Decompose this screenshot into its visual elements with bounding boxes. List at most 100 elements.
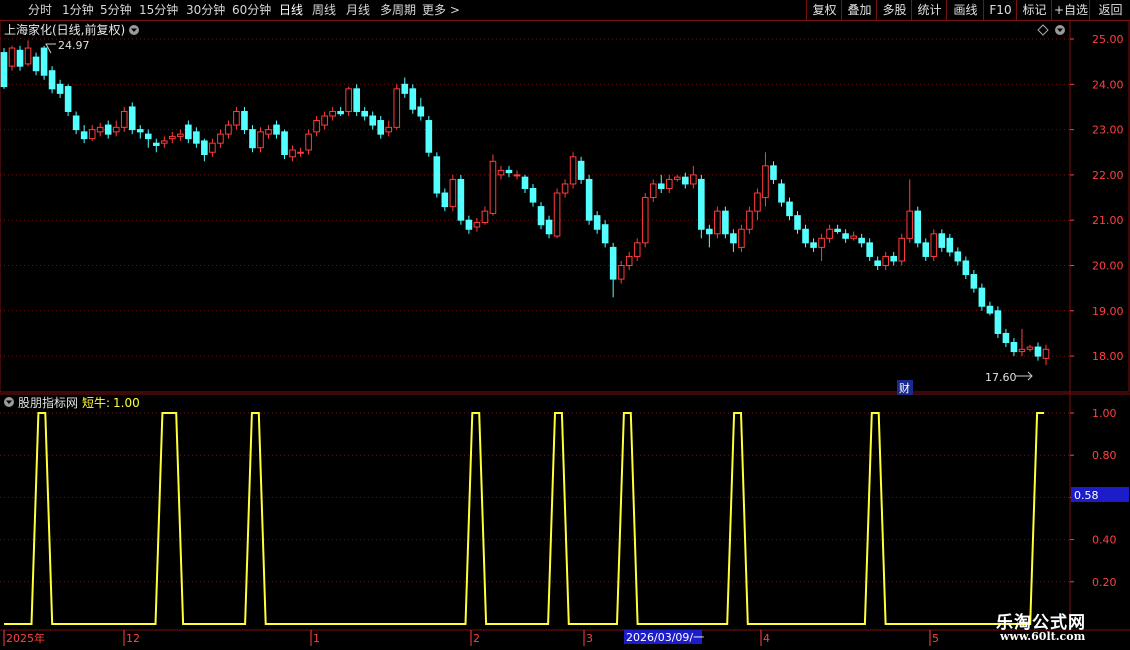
candle-body [72, 115, 80, 131]
candle-body [938, 233, 946, 248]
candle [345, 86, 352, 117]
candle-body [505, 169, 513, 174]
candle [521, 174, 529, 194]
candle [609, 242, 617, 298]
title-dropdown-icon[interactable] [129, 25, 139, 35]
period-tab-4[interactable]: 30分钟 [186, 1, 225, 19]
candle-body [794, 215, 801, 230]
candle-body [898, 237, 906, 262]
candle-body [1034, 346, 1042, 357]
candle-body [962, 260, 970, 276]
candle [649, 179, 657, 203]
candle [593, 211, 601, 234]
period-tab-5[interactable]: 60分钟 [232, 1, 271, 19]
candle [169, 131, 176, 144]
candle [738, 224, 745, 252]
candle [810, 238, 817, 252]
period-tab-3[interactable]: 15分钟 [139, 1, 178, 19]
candle-body [673, 176, 681, 180]
candle-body [88, 129, 96, 140]
candle [385, 120, 393, 137]
period-tab-0[interactable]: 分时 [28, 1, 52, 19]
candle [457, 174, 465, 225]
candle [834, 224, 841, 234]
stock-chart[interactable]: 25.0024.0023.0022.0021.0020.0019.0018.00… [0, 20, 1130, 650]
candle-body [8, 47, 16, 67]
candle [898, 233, 906, 266]
candle [217, 129, 224, 148]
candle-body [353, 88, 360, 112]
expand-diamond-icon[interactable] [1037, 24, 1049, 36]
indicator-line-name: 短牛 [82, 395, 106, 410]
candlestick-series [0, 40, 1050, 366]
candle-body [481, 210, 489, 223]
price-tick-label: 25.00 [1092, 33, 1124, 46]
candle-body [754, 192, 761, 212]
period-tab-6[interactable]: 日线 [279, 1, 303, 19]
period-tab-8[interactable]: 月线 [346, 1, 370, 19]
candle-body [714, 210, 721, 235]
toolbar-button-3[interactable]: 统计 [911, 0, 947, 20]
candle-body [834, 228, 841, 233]
indicator-line-colon: : [106, 396, 110, 410]
candle-body [994, 310, 1002, 334]
candle [866, 238, 873, 261]
candle [577, 156, 585, 184]
date-tick-label: 1 [313, 632, 320, 645]
indicator-dropdown-icon[interactable] [4, 397, 14, 407]
candle [209, 138, 216, 157]
candle-body [970, 274, 978, 289]
candle [665, 174, 673, 194]
candle-body [489, 160, 497, 214]
period-tab-7[interactable]: 周线 [312, 1, 336, 19]
candle [641, 193, 649, 248]
candle [794, 211, 801, 234]
candle-body [257, 131, 264, 149]
candle [417, 97, 425, 121]
toolbar-button-6[interactable]: 标记 [1016, 0, 1052, 20]
toolbar-button-8[interactable]: 返回 [1089, 0, 1130, 20]
candle [0, 48, 8, 89]
period-tab-9[interactable]: 多周期 [380, 1, 416, 19]
toolbar-button-7[interactable]: +自选 [1051, 0, 1090, 20]
candle-body [617, 265, 625, 280]
candle-body [497, 169, 505, 176]
candle [233, 106, 240, 130]
candle [890, 251, 898, 266]
candle [433, 152, 441, 198]
toolbar-button-1[interactable]: 叠加 [841, 0, 877, 20]
indicator-tick-label: 0.40 [1092, 534, 1117, 547]
candle [930, 229, 938, 261]
date-tick-label: 3 [586, 632, 593, 645]
toolbar-button-5[interactable]: F10 [983, 0, 1017, 20]
candle-body [706, 228, 713, 235]
period-tab-2[interactable]: 5分钟 [100, 1, 132, 19]
period-tab-10[interactable]: 更多 > [422, 1, 460, 19]
candle [1042, 344, 1050, 366]
candle-body [289, 149, 296, 158]
candle [1002, 328, 1010, 348]
period-tab-1[interactable]: 1分钟 [62, 1, 94, 19]
indicator-line-value: 1.00 [113, 396, 140, 410]
candle-body [874, 260, 881, 267]
low-price-label: 17.60 [985, 371, 1017, 384]
candle-body [217, 133, 224, 144]
candle-body [249, 129, 256, 149]
candle [241, 106, 248, 135]
candle [273, 120, 280, 139]
candle-body [513, 174, 521, 177]
toolbar-button-4[interactable]: 画线 [946, 0, 984, 20]
candle [882, 251, 889, 271]
toolbar-button-2[interactable]: 多股 [876, 0, 912, 20]
toolbar-button-0[interactable]: 复权 [806, 0, 842, 20]
candle-body [465, 219, 473, 230]
candle [505, 165, 513, 178]
candle [313, 116, 320, 137]
candle-body [890, 255, 898, 262]
indicator-title: 股朋指标网 [18, 395, 78, 410]
candle-body [0, 52, 8, 88]
candle [321, 111, 328, 130]
candle-body [593, 215, 601, 230]
settings-dropdown-icon[interactable] [1055, 25, 1065, 35]
candle [826, 224, 833, 243]
